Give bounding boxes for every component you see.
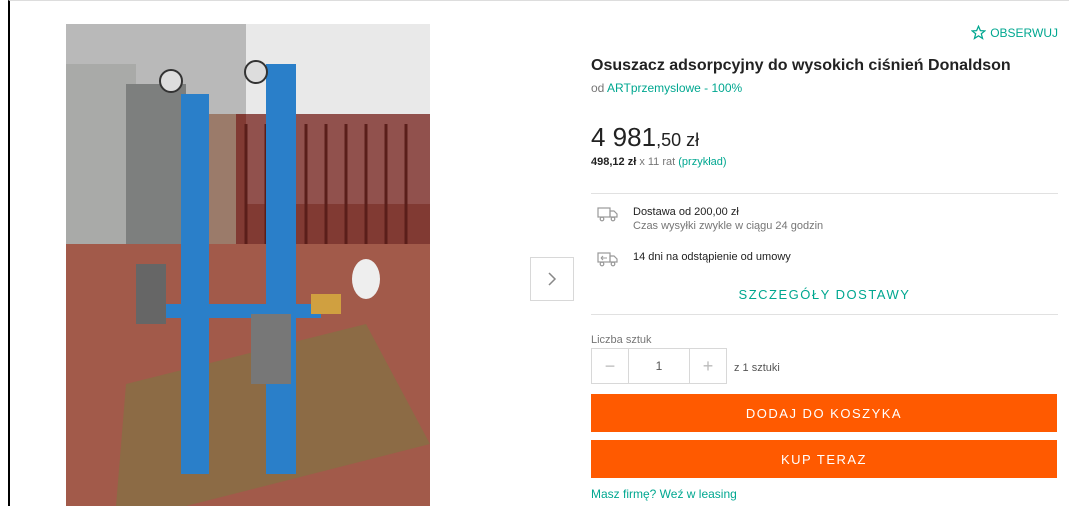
return-truck-icon — [597, 252, 618, 267]
next-image-button[interactable] — [530, 257, 574, 301]
installment-amount: 498,12 zł — [591, 156, 637, 168]
installment-count: x 11 rat — [639, 156, 676, 168]
delivery-cost-row: Dostawa od 200,00 zł Czas wysyłki zwykle… — [597, 206, 823, 232]
divider — [591, 193, 1058, 194]
increase-quantity-button[interactable]: + — [690, 349, 726, 383]
seller-prefix: od — [591, 81, 605, 95]
price: 4 981,50 zł — [591, 122, 699, 153]
truck-icon — [597, 207, 618, 222]
quantity-stepper: − 1 + — [591, 348, 727, 384]
returns-text: 14 dni na odstąpienie od umowy — [633, 251, 791, 263]
delivery-time: Czas wysyłki zwykle w ciągu 24 godzin — [633, 220, 824, 232]
returns-row: 14 dni na odstąpienie od umowy — [597, 251, 791, 267]
delivery-cost: Dostawa od 200,00 zł — [633, 206, 739, 218]
product-photo[interactable] — [66, 24, 430, 506]
star-outline-icon — [971, 25, 987, 40]
chevron-right-icon — [548, 272, 557, 286]
price-main: 4 981 — [591, 122, 657, 152]
divider — [591, 314, 1058, 315]
installment-line: 498,12 zł x 11 rat (przykład) — [591, 156, 727, 168]
installment-example-link[interactable]: (przykład) — [678, 156, 726, 168]
price-cents: ,50 zł — [656, 130, 700, 150]
delivery-details-link[interactable]: SZCZEGÓŁY DOSTAWY — [591, 287, 1058, 302]
watch-button[interactable]: OBSERWUJ — [971, 25, 1058, 40]
seller-link[interactable]: ARTprzemyslowe - 100% — [607, 81, 742, 95]
watch-label: OBSERWUJ — [990, 25, 1058, 40]
product-title: Osuszacz adsorpcyjny do wysokich ciśnień… — [591, 57, 1011, 74]
leasing-link[interactable]: Masz firmę? Weź w leasing — [591, 487, 737, 501]
buy-now-button[interactable]: KUP TERAZ — [591, 440, 1057, 478]
seller-line: od ARTprzemyslowe - 100% — [591, 81, 742, 95]
decrease-quantity-button[interactable]: − — [592, 349, 628, 383]
available-units: z 1 sztuki — [734, 362, 780, 374]
add-to-cart-button[interactable]: DODAJ DO KOSZYKA — [591, 394, 1057, 432]
quantity-input[interactable]: 1 — [628, 349, 690, 383]
quantity-label: Liczba sztuk — [591, 334, 652, 346]
